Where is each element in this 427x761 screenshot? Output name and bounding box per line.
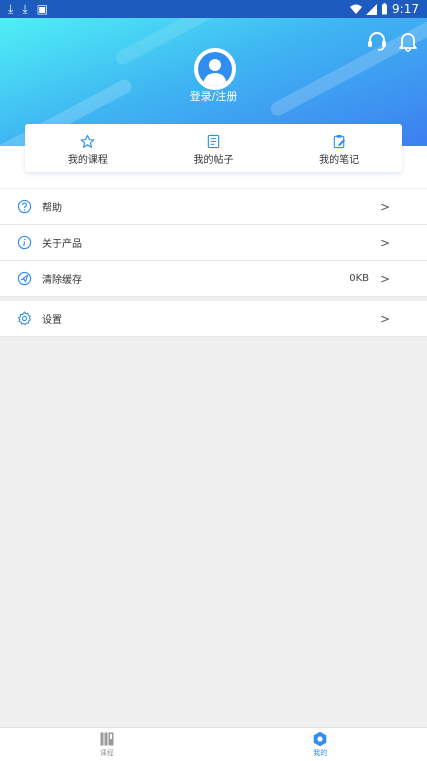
image-notification-icon: ▣	[37, 1, 48, 17]
download-icon: ⤓	[8, 1, 13, 17]
info-icon	[17, 235, 32, 250]
notepad-icon	[332, 134, 347, 149]
my-posts-link[interactable]: 我的帖子	[151, 124, 277, 172]
my-notes-label: 我的笔记	[319, 151, 359, 166]
document-icon	[206, 134, 221, 149]
broom-icon	[17, 271, 32, 286]
tab-courses[interactable]: 课程	[0, 728, 214, 761]
status-bar: ⤓ ⤓ ▣ 9:17	[0, 0, 427, 18]
menu-item-settings-label: 设置	[42, 311, 62, 326]
help-icon	[17, 199, 32, 214]
clock-time: 9:17	[392, 1, 419, 17]
download-icon: ⤓	[22, 1, 27, 17]
tab-mine-label: 我的	[313, 748, 327, 758]
signal-icon	[366, 4, 377, 15]
login-register-link[interactable]: 登录/注册	[0, 88, 427, 104]
bell-icon[interactable]	[397, 30, 419, 52]
my-courses-label: 我的课程	[68, 151, 108, 166]
avatar[interactable]	[194, 48, 236, 90]
tab-mine[interactable]: 我的	[214, 728, 427, 761]
my-notes-link[interactable]: 我的笔记	[276, 124, 402, 172]
gear-icon	[17, 311, 32, 326]
chevron-right-icon: >	[380, 236, 390, 250]
menu-item-help-label: 帮助	[42, 199, 62, 214]
star-icon	[80, 134, 95, 149]
menu-item-about[interactable]: 关于产品 >	[0, 225, 427, 261]
tab-courses-label: 课程	[100, 748, 114, 758]
headset-icon[interactable]	[366, 30, 388, 52]
cache-size-value: 0KB	[349, 273, 369, 284]
menu-item-clear-cache[interactable]: 清除缓存 0KB >	[0, 261, 427, 297]
chevron-right-icon: >	[380, 272, 390, 286]
menu-item-clear-cache-label: 清除缓存	[42, 271, 82, 286]
settings-menu: 帮助 > 关于产品 > 清除缓存 0KB > 设置 >	[0, 189, 427, 337]
quick-links-card: 我的课程 我的帖子 我的笔记	[25, 124, 402, 172]
my-posts-label: 我的帖子	[194, 151, 234, 166]
bottom-tab-bar: 课程 我的	[0, 727, 427, 761]
menu-item-about-label: 关于产品	[42, 235, 82, 250]
chevron-right-icon: >	[380, 312, 390, 326]
user-hexagon-icon	[312, 731, 328, 747]
menu-item-settings[interactable]: 设置 >	[0, 301, 427, 337]
my-courses-link[interactable]: 我的课程	[25, 124, 151, 172]
menu-item-help[interactable]: 帮助 >	[0, 189, 427, 225]
chevron-right-icon: >	[380, 200, 390, 214]
user-silhouette-icon	[198, 52, 232, 86]
wifi-icon	[350, 4, 362, 15]
books-icon	[99, 731, 115, 747]
battery-icon	[381, 3, 388, 15]
